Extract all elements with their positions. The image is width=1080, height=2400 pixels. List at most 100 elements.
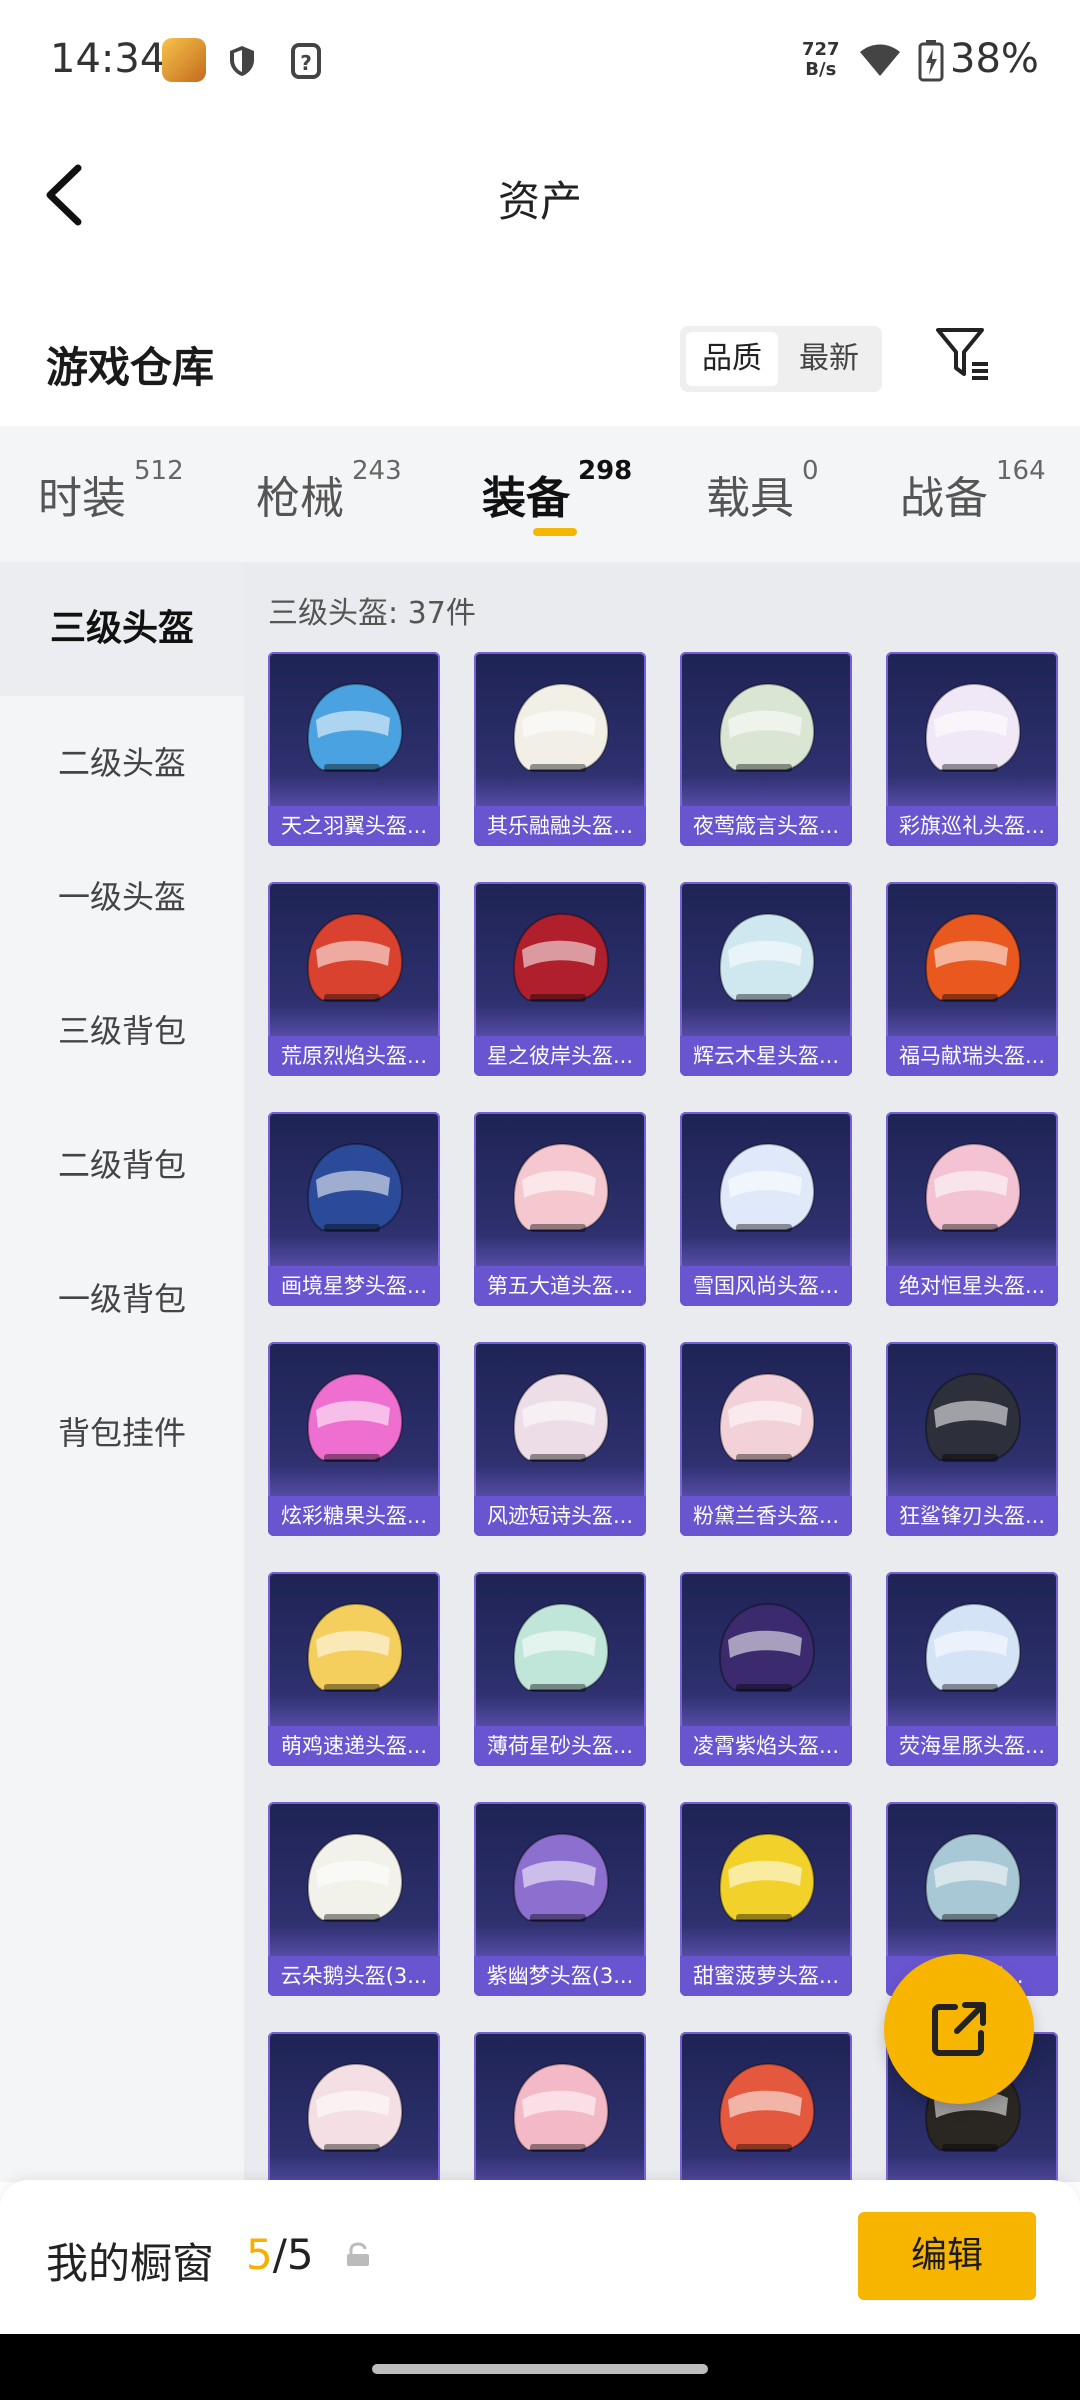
lock-icon [347,2242,369,2266]
sidebar-item-backpack-pendant[interactable]: 背包挂件 [0,1366,244,1500]
item-card-label: 凌霄紫焰头盔... [680,1726,852,1766]
item-card-label: 画境星梦头盔... [268,1266,440,1306]
item-card-label: 紫幽梦头盔(3... [474,1956,646,1996]
item-card[interactable]: 风迹短诗头盔... [474,1342,646,1536]
sidebar-item-level1-backpack[interactable]: 一级背包 [0,1232,244,1366]
helmet-icon [512,682,610,772]
item-card[interactable]: 夜莺箴言头盔... [680,652,852,846]
item-card[interactable]: 福马献瑞头盔... [886,882,1058,1076]
category-tabs: 时装 512 枪械 243 装备 298 载具 0 战备 164 [0,426,1080,562]
helmet-icon [306,2062,404,2152]
item-card[interactable]: 其乐融融头盔... [474,652,646,846]
tab-label: 枪械 [256,473,344,524]
helmet-icon [512,912,610,1002]
item-card[interactable] [680,2032,852,2182]
item-card-label: 炫彩糖果头盔... [268,1496,440,1536]
status-bar: 14:34 ? 727 B/s 38% [0,0,1080,124]
item-card-label: 雪国风尚头盔... [680,1266,852,1306]
item-card[interactable]: 云朵鹅头盔(3... [268,1802,440,1996]
item-card-label: 彩旗巡礼头盔... [886,806,1058,846]
tab-count: 298 [578,456,633,486]
item-card-label: 辉云木星头盔... [680,1036,852,1076]
filter-icon[interactable] [934,326,992,382]
item-card[interactable] [474,2032,646,2182]
showcase-current: 5 [246,2230,273,2279]
showcase-label: 我的橱窗 [46,2239,215,2288]
helmet-icon [718,1372,816,1462]
helmet-icon [718,1832,816,1922]
item-card[interactable]: 绝对恒星头盔... [886,1112,1058,1306]
active-tab-indicator [533,528,577,536]
tab-vehicles[interactable]: 载具 0 [706,456,819,526]
item-card[interactable]: 紫幽梦头盔(3... [474,1802,646,1996]
item-card[interactable]: 薄荷星砂头盔... [474,1572,646,1766]
item-card[interactable]: 画境星梦头盔... [268,1112,440,1306]
helmet-icon [306,682,404,772]
item-card[interactable] [268,2032,440,2182]
item-card[interactable]: 星之彼岸头盔... [474,882,646,1076]
home-gesture-handle[interactable] [372,2364,708,2374]
item-card[interactable]: 彩旗巡礼头盔... [886,652,1058,846]
item-card[interactable]: 荧海星豚头盔... [886,1572,1058,1766]
sort-quality-button[interactable]: 品质 [686,332,778,386]
helmet-icon [924,912,1022,1002]
item-card-label: 荒原烈焰头盔... [268,1036,440,1076]
speed-unit: B/s [805,59,837,80]
helmet-icon [512,1832,610,1922]
sidebar-item-level3-backpack[interactable]: 三级背包 [0,964,244,1098]
sidebar: 三级头盔 二级头盔 一级头盔 三级背包 二级背包 一级背包 背包挂件 [0,562,244,2182]
edit-button[interactable]: 编辑 [858,2212,1036,2300]
tab-label: 载具 [706,473,794,524]
sidebar-item-level3-helmet[interactable]: 三级头盔 [0,562,244,696]
sort-latest-button[interactable]: 最新 [782,332,876,386]
share-fab-button[interactable] [884,1954,1034,2104]
tab-guns[interactable]: 枪械 243 [256,456,402,526]
battery-percent: 38% [950,36,1039,82]
helmet-icon [924,1142,1022,1232]
helmet-icon [306,1602,404,1692]
item-card[interactable]: 第五大道头盔... [474,1112,646,1306]
helmet-icon [512,1372,610,1462]
page-title: 资产 [497,177,582,226]
sidebar-item-level2-backpack[interactable]: 二级背包 [0,1098,244,1232]
item-grid-area: 三级头盔: 37件 天之羽翼头盔... 其乐融融头盔... 夜莺箴言头盔... 彩旗巡… [244,562,1080,2182]
showcase-count: 5/5 [246,2230,314,2279]
item-card[interactable]: 荒原烈焰头盔... [268,882,440,1076]
item-card[interactable]: 天之羽翼头盔... [268,652,440,846]
tab-equipment[interactable]: 装备 298 [482,456,632,526]
helmet-icon [718,2062,816,2152]
warehouse-title: 游戏仓库 [46,343,215,392]
sidebar-item-level2-helmet[interactable]: 二级头盔 [0,696,244,830]
item-card[interactable]: 雪国风尚头盔... [680,1112,852,1306]
item-card[interactable]: 甜蜜菠萝头盔... [680,1802,852,1996]
helmet-icon [924,1602,1022,1692]
item-card[interactable]: 狂鲨锋刃头盔... [886,1342,1058,1536]
item-card-label: 绝对恒星头盔... [886,1266,1058,1306]
status-time: 14:34 [50,36,166,82]
item-card[interactable]: 炫彩糖果头盔... [268,1342,440,1536]
helmet-icon [306,912,404,1002]
network-speed: 727 B/s [802,40,840,80]
item-card-label: 萌鸡速递头盔... [268,1726,440,1766]
item-card[interactable]: 萌鸡速递头盔... [268,1572,440,1766]
item-card[interactable]: 辉云木星头盔... [680,882,852,1076]
sort-toggle: 品质 最新 [680,326,882,392]
tab-supplies[interactable]: 战备 164 [900,456,1046,526]
tab-fashion[interactable]: 时装 512 [38,456,184,526]
helmet-icon [718,1602,816,1692]
share-external-icon [932,2002,986,2056]
helmet-icon [306,1832,404,1922]
helmet-icon [512,2062,610,2152]
helmet-icon [306,1372,404,1462]
helmet-icon [512,1602,610,1692]
sidebar-item-level1-helmet[interactable]: 一级头盔 [0,830,244,964]
item-card-label: 狂鲨锋刃头盔... [886,1496,1058,1536]
item-card[interactable]: 粉黛兰香头盔... [680,1342,852,1536]
item-card[interactable]: 凌霄紫焰头盔... [680,1572,852,1766]
tab-label: 战备 [900,473,988,524]
tab-label: 时装 [38,473,126,524]
helmet-icon [718,912,816,1002]
item-card-label: 粉黛兰香头盔... [680,1496,852,1536]
item-card-label: 云朵鹅头盔(3... [268,1956,440,1996]
item-card-label: 第五大道头盔... [474,1266,646,1306]
